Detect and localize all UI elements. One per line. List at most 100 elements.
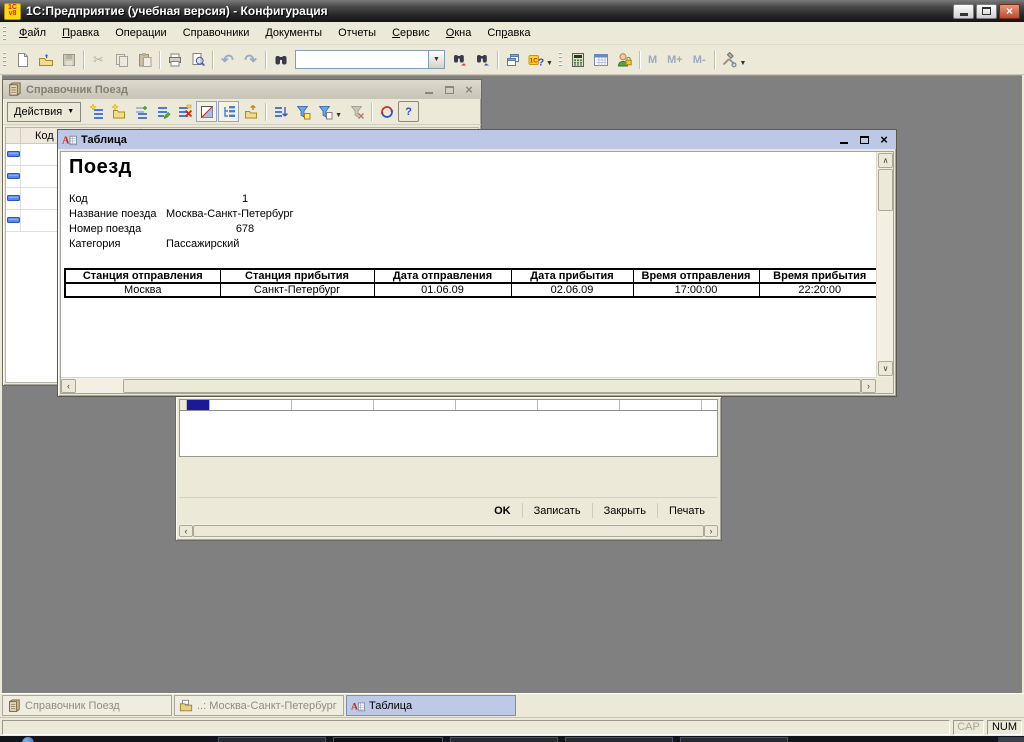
save-button[interactable] [57,49,80,71]
move-to-group-button[interactable] [240,101,261,122]
scroll-right-button[interactable]: › [861,379,876,393]
user-lock-button[interactable] [613,49,636,71]
paste-button[interactable] [133,49,156,71]
copy-button[interactable] [110,49,133,71]
set-delete-mark-button[interactable] [174,101,195,122]
cancel-filter-button[interactable] [346,101,367,122]
undo-button[interactable]: ↶ [216,49,239,71]
window-cascade-button[interactable] [501,49,524,71]
scroll-left-button[interactable]: ‹ [61,379,76,393]
menu-windows[interactable]: Окна [438,25,480,41]
add-group-button[interactable] [108,101,129,122]
tab-catalog-window[interactable]: Справочник Поезд [2,695,172,716]
grid-cell[interactable] [620,400,702,410]
new-document-button[interactable] [11,49,34,71]
table-minimize-button[interactable] [838,134,850,146]
add-item-button[interactable] [86,101,107,122]
tab-element-window[interactable]: ..: Москва-Санкт-Петербург [174,695,344,716]
menu-catalogs[interactable]: Справочники [175,25,258,41]
scroll-up-button[interactable]: ∧ [878,153,893,168]
table-titlebar[interactable]: A Таблица × [58,130,896,149]
toolbar-grip[interactable] [3,52,6,67]
filter-dropdown-arrow[interactable]: ▼ [335,112,342,119]
toolbar-separator [265,51,266,69]
grid-cell[interactable] [210,400,292,410]
sort-button[interactable] [270,101,291,122]
help-dropdown-arrow[interactable]: ▼ [546,60,553,67]
close-form-button[interactable]: Закрыть [593,505,657,517]
table-close-button[interactable]: × [878,134,890,146]
refresh-button[interactable] [376,101,397,122]
menu-edit[interactable]: Правка [54,25,107,41]
menu-file[interactable]: Файл [11,25,54,41]
catalog-maximize-button[interactable] [443,84,455,96]
element-grid-row[interactable] [180,400,717,411]
add-by-copy-button[interactable] [130,101,151,122]
tools-dropdown-arrow[interactable]: ▼ [740,60,747,67]
help-1c-button[interactable]: 1С? [524,49,547,71]
find-previous-button[interactable] [471,49,494,71]
grid-cell[interactable] [374,400,456,410]
toolbar-grip-2[interactable] [559,52,562,67]
scroll-left-button[interactable]: ‹ [179,525,193,537]
tools-button[interactable] [718,49,741,71]
restore-button[interactable] [976,4,997,19]
scroll-thumb[interactable] [878,169,893,211]
menu-help[interactable]: Справка [479,25,538,41]
new-document-icon [15,52,31,68]
search-input[interactable] [296,51,428,68]
catalog-minimize-button[interactable] [423,84,435,96]
cut-button[interactable]: ✂ [87,49,110,71]
scroll-thumb[interactable] [123,379,861,393]
redo-button[interactable]: ↷ [239,49,262,71]
grid-cell[interactable] [292,400,374,410]
taskbar-button[interactable] [450,737,558,742]
grid-cell[interactable] [456,400,538,410]
find-next-button[interactable] [448,49,471,71]
filter-by-value-button[interactable] [292,101,313,122]
report-fields: Код1 Название поездаМосква-Санкт-Петербу… [69,192,324,252]
catalog-close-button[interactable]: × [463,84,475,96]
memory-m-minus-button[interactable]: M- [688,49,711,71]
calculator-button[interactable] [567,49,590,71]
start-button[interactable] [22,737,34,742]
filter-settings-button[interactable] [314,101,335,122]
table-maximize-button[interactable] [858,134,870,146]
hierarchy-view-button[interactable] [218,101,239,122]
menu-operations[interactable]: Операции [107,25,174,41]
grid-cell[interactable] [538,400,620,410]
calendar-button[interactable] [590,49,613,71]
write-button[interactable]: Записать [523,505,592,517]
ok-button[interactable]: OK [483,505,522,517]
menu-service[interactable]: Сервис [384,25,438,41]
menu-reports[interactable]: Отчеты [330,25,384,41]
print-preview-button[interactable] [186,49,209,71]
find-button[interactable] [269,49,292,71]
edit-item-button[interactable] [152,101,173,122]
tab-table-window[interactable]: A Таблица [346,695,516,716]
catalog-help-button[interactable]: ? [398,101,419,122]
taskbar-button[interactable] [680,737,788,742]
view-mode-button[interactable] [196,101,217,122]
scroll-thumb[interactable] [193,525,704,537]
close-button[interactable]: × [999,4,1020,19]
column-header: Время прибытия [759,269,881,283]
memory-m-plus-button[interactable]: M+ [662,49,688,71]
combo-dropdown-button[interactable]: ▼ [428,51,444,68]
menu-grip[interactable] [3,26,6,41]
print-form-button[interactable]: Печать [658,505,716,517]
logo-text-2: v8 [9,11,17,17]
open-file-button[interactable] [34,49,57,71]
menu-documents[interactable]: Документы [257,25,330,41]
catalog-titlebar[interactable]: Справочник Поезд × [3,80,481,99]
print-button[interactable] [163,49,186,71]
taskbar-button[interactable] [565,737,673,742]
actions-menu-button[interactable]: Действия ▼ [7,102,81,122]
minimize-button[interactable] [953,4,974,19]
scroll-down-button[interactable]: ∨ [878,361,893,376]
memory-m-button[interactable]: M [643,49,662,71]
taskbar-button[interactable] [218,737,326,742]
taskbar-button[interactable] [333,737,443,742]
scroll-right-button[interactable]: › [704,525,718,537]
selected-cell[interactable] [187,400,210,410]
